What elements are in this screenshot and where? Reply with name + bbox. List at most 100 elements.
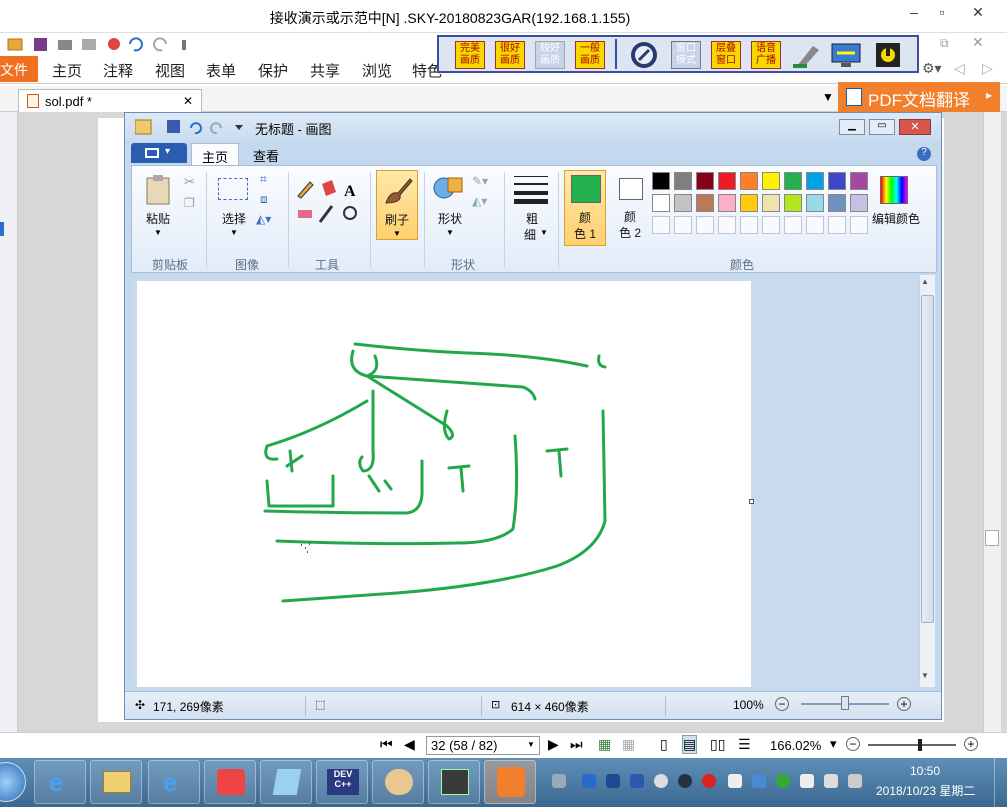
paint-maximize-button[interactable]: ▭: [869, 119, 895, 135]
palette-swatch-empty[interactable]: [762, 216, 780, 234]
palette-swatch[interactable]: [828, 194, 846, 212]
facing-page-icon[interactable]: ▯▯: [710, 736, 725, 753]
paint-app-taskbar-icon[interactable]: [204, 760, 256, 804]
editor-icon[interactable]: [428, 760, 480, 804]
view-icon-1[interactable]: ▦: [598, 736, 611, 753]
palette-swatch[interactable]: [652, 194, 670, 212]
palette-swatch[interactable]: [674, 172, 692, 190]
shield-tray-icon[interactable]: [752, 774, 766, 788]
window-restore-small-icon[interactable]: ⧉: [940, 36, 949, 51]
voice-broadcast-button[interactable]: 语音 广播: [751, 41, 781, 69]
next-page-icon[interactable]: ▶: [548, 736, 559, 753]
select-button[interactable]: 选择: [214, 210, 254, 227]
view-icon-2[interactable]: ▦: [622, 736, 635, 753]
quality-normal-button[interactable]: 一般 画质: [575, 41, 605, 69]
select-dropdown-icon[interactable]: ▼: [230, 228, 238, 237]
minimize-button[interactable]: –: [902, 4, 926, 24]
paint-tab-view[interactable]: 查看: [243, 143, 289, 165]
palette-swatch-empty[interactable]: [806, 216, 824, 234]
tray-icon-1[interactable]: [582, 774, 596, 788]
color1-button[interactable]: 颜 色 1: [564, 170, 606, 246]
brush-button[interactable]: 刷子 ▼: [376, 170, 418, 240]
clock-date[interactable]: 2018/10/23 星期二: [876, 782, 975, 799]
palette-swatch[interactable]: [696, 194, 714, 212]
pdf-tab-annotate[interactable]: 注释: [103, 60, 133, 81]
palette-swatch[interactable]: [718, 194, 736, 212]
volume-muted-tray-icon[interactable]: [848, 774, 862, 788]
pdf-scrollbar[interactable]: [983, 112, 1001, 732]
palette-swatch-empty[interactable]: [674, 216, 692, 234]
prev-page-icon[interactable]: ◀: [404, 736, 415, 753]
pdf-zoom-dropdown-icon[interactable]: ▾: [830, 736, 837, 752]
settings-icon[interactable]: ⚙▾: [922, 60, 942, 77]
fill-shape-icon[interactable]: ◭▾: [472, 194, 487, 208]
single-page-icon[interactable]: ▯: [660, 736, 668, 753]
scroll-up-icon[interactable]: ▲: [921, 277, 929, 286]
cascade-window-button[interactable]: 层叠 窗口: [711, 41, 741, 69]
doc-tab-sol[interactable]: sol.pdf * ✕: [18, 89, 202, 113]
palette-swatch[interactable]: [850, 172, 868, 190]
pdf-zoom-in-icon[interactable]: +: [964, 737, 978, 751]
last-page-icon[interactable]: ⏭: [570, 736, 583, 753]
shapes-button[interactable]: 形状: [430, 210, 470, 227]
pdf-scroll-thumb[interactable]: [985, 530, 999, 546]
palette-swatch[interactable]: [740, 194, 758, 212]
paint-close-button[interactable]: ✕: [899, 119, 931, 135]
tray-icon-5[interactable]: [678, 774, 692, 788]
quality-perfect-button[interactable]: 完美 画质: [455, 41, 485, 69]
palette-swatch-empty[interactable]: [696, 216, 714, 234]
start-button[interactable]: [0, 762, 26, 802]
edit-colors-button[interactable]: 编辑颜色: [868, 210, 924, 227]
zoom-in-icon[interactable]: +: [897, 697, 911, 711]
restore-button[interactable]: ▫: [930, 4, 954, 24]
palette-swatch[interactable]: [850, 194, 868, 212]
close-button[interactable]: ✕: [966, 4, 990, 24]
tray-icon-4[interactable]: [654, 774, 668, 788]
window-mode-button[interactable]: 窗口 模式: [671, 41, 701, 69]
logout-icon[interactable]: [871, 40, 905, 70]
check-tray-icon[interactable]: [776, 774, 790, 788]
page-number-select[interactable]: 32 (58 / 82) ▼: [426, 736, 540, 755]
tab-dropdown-icon[interactable]: ▼: [822, 90, 834, 104]
paint-palette-icon[interactable]: [372, 760, 424, 804]
pdf-tab-share[interactable]: 共享: [310, 60, 340, 81]
canvas-resize-handle[interactable]: [749, 499, 754, 504]
screen-broadcast-icon[interactable]: [829, 40, 863, 70]
palette-swatch[interactable]: [762, 172, 780, 190]
size-label-top[interactable]: 粗: [512, 210, 552, 227]
palette-swatch-empty[interactable]: [784, 216, 802, 234]
size-dropdown-icon[interactable]: ▼: [540, 228, 548, 237]
palette-swatch[interactable]: [806, 172, 824, 190]
explorer-icon[interactable]: [90, 760, 142, 804]
palette-swatch[interactable]: [718, 172, 736, 190]
canvas-scroll-thumb[interactable]: [921, 295, 934, 623]
palette-swatch[interactable]: [806, 194, 824, 212]
palette-swatch-empty[interactable]: [652, 216, 670, 234]
file-tab[interactable]: 文件: [0, 56, 38, 82]
ie-icon[interactable]: e: [34, 760, 86, 804]
pdf-zoom-slider[interactable]: [868, 744, 956, 746]
nav-back-icon[interactable]: ◁: [954, 60, 965, 77]
cut-icon[interactable]: ✂: [184, 174, 195, 190]
pin-icon[interactable]: [627, 40, 661, 70]
tray-icon-6[interactable]: [702, 774, 716, 788]
color2-button[interactable]: 颜 色 2: [610, 170, 652, 246]
paste-dropdown-icon[interactable]: ▼: [154, 228, 162, 237]
canvas-vertical-scrollbar[interactable]: ▲ ▼: [919, 275, 935, 687]
palette-swatch[interactable]: [828, 172, 846, 190]
palette-swatch[interactable]: [696, 172, 714, 190]
zoom-slider-thumb[interactable]: [841, 696, 849, 710]
keyboard-tray-icon[interactable]: [552, 774, 566, 788]
eraser-tool-icon[interactable]: [789, 40, 823, 70]
pdf-tab-browse[interactable]: 浏览: [362, 60, 392, 81]
nav-forward-icon[interactable]: ▷: [982, 60, 993, 77]
paint-app-menu-button[interactable]: ▾: [131, 143, 187, 163]
pdf-translate-button[interactable]: PDF文档翻译 ▸: [838, 82, 1000, 112]
copy-icon[interactable]: ❐: [184, 196, 195, 210]
palette-swatch-empty[interactable]: [740, 216, 758, 234]
doc-tab-close[interactable]: ✕: [183, 94, 193, 108]
paste-button[interactable]: 粘贴: [138, 210, 178, 227]
quality-good-button[interactable]: 很好 画质: [495, 41, 525, 69]
pdf-tab-home[interactable]: 主页: [52, 60, 82, 81]
scroll-down-icon[interactable]: ▼: [921, 671, 929, 680]
